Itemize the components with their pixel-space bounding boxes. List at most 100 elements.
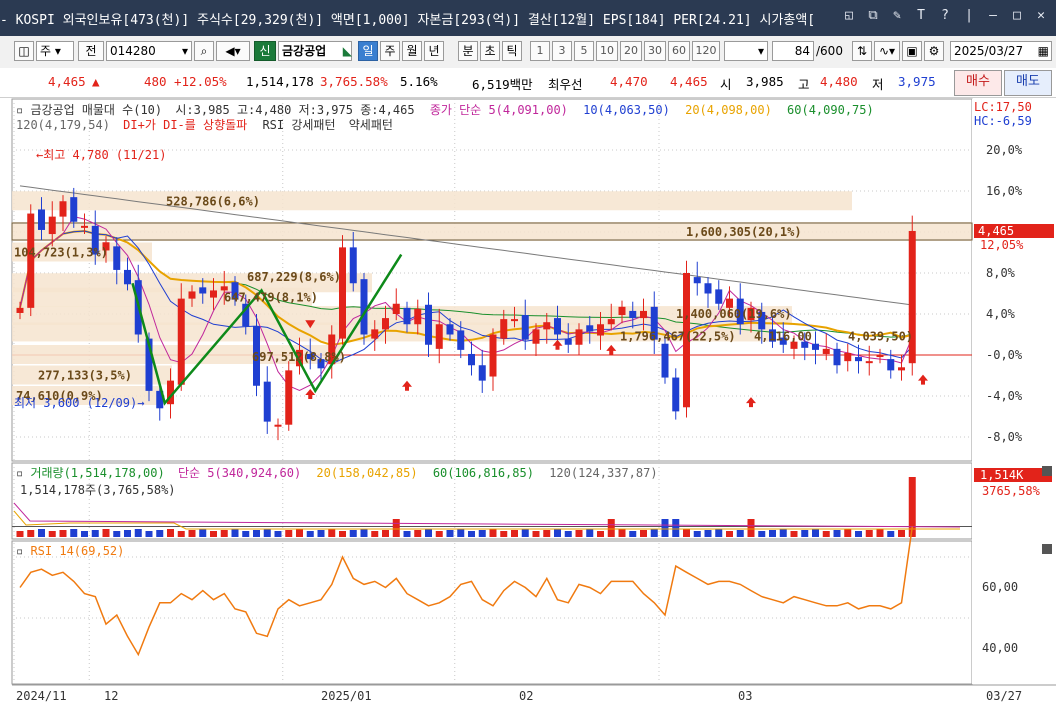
candle-body (81, 225, 88, 228)
candle-body (489, 334, 497, 377)
volume-profile-label: 4,039,50) (848, 330, 913, 344)
close-icon[interactable]: ✕ (1032, 7, 1050, 25)
interval-1[interactable]: 1 (530, 41, 550, 61)
volume-bar (145, 531, 153, 537)
font-icon[interactable]: T (912, 7, 930, 25)
period-minute[interactable]: 분 (458, 41, 478, 61)
volume-bar (822, 531, 830, 537)
period-month[interactable]: 월 (402, 41, 422, 61)
interval-120[interactable]: 120 (692, 41, 720, 61)
hc-value: HC:-6,59 (974, 114, 1032, 128)
volume-bar (425, 529, 432, 537)
sound-icon[interactable]: ◀▾ (216, 41, 250, 61)
volume-bar (597, 531, 604, 537)
stock-code-value: 014280 (110, 44, 156, 58)
candle-body (124, 269, 131, 285)
candle-body (618, 306, 626, 316)
lc-value: LC:17,50 (974, 100, 1032, 114)
candle-body (640, 310, 647, 319)
help-icon[interactable]: ? (936, 7, 954, 25)
pin-icon[interactable]: ✎ (888, 7, 906, 25)
stock-name[interactable]: 금강공업 ◣ (278, 41, 352, 61)
low-note-text: 최저 3,600 (12/09) (14, 396, 137, 410)
minimize-icon[interactable]: — (984, 7, 1002, 25)
volume-bar (285, 530, 293, 537)
candle-body (382, 318, 389, 330)
interval-30[interactable]: 30 (644, 41, 666, 61)
count-input[interactable]: 84 (772, 41, 814, 61)
period-day[interactable]: 일 (358, 41, 378, 61)
search-icon[interactable]: ⌕ (194, 41, 214, 61)
volume-bar (672, 519, 680, 537)
period-tick[interactable]: 틱 (502, 41, 522, 61)
window-restore-icon[interactable]: ◱ (840, 7, 858, 25)
interval-custom-select[interactable]: ▾ (724, 41, 768, 61)
x-label-03: 03 (738, 689, 752, 703)
sell-button[interactable]: 매도 (1004, 70, 1052, 96)
high-note: ←최고 4,780 (11/21) (36, 148, 166, 162)
legend-stock-name: 금강공업 매물대 수(10) (30, 103, 162, 117)
volume-bar (231, 529, 239, 537)
prev-button[interactable]: 전 (78, 41, 104, 61)
volume-bar (855, 531, 862, 537)
candle-body (564, 338, 572, 345)
candle-body (38, 209, 45, 230)
volume-panel-close-icon[interactable] (1042, 466, 1052, 476)
candle-body (672, 377, 680, 412)
interval-5[interactable]: 5 (574, 41, 594, 61)
date-input[interactable]: 2025/03/27 ▦ (950, 41, 1052, 61)
volume-bar (876, 529, 884, 537)
volume-bar (650, 529, 658, 537)
indicator-icon[interactable]: ∿▾ (874, 41, 900, 61)
period-week[interactable]: 주 (380, 41, 400, 61)
quote-row: 4,465 ▲ 480 +12.05% 1,514,178 3,765.58% … (0, 68, 1056, 98)
volume-bar (704, 530, 712, 537)
gear-icon[interactable]: ⚙ (924, 41, 944, 61)
interval-60[interactable]: 60 (668, 41, 690, 61)
buy-button[interactable]: 매수 (954, 70, 1002, 96)
y-tick-label: -4,0% (986, 389, 1023, 403)
volume-bar (306, 531, 314, 537)
volume-bar (478, 530, 486, 537)
period-second[interactable]: 초 (480, 41, 500, 61)
volume-profile-label: 4,116,00 (754, 330, 812, 344)
compare-icon[interactable]: ⇅ (852, 41, 872, 61)
volume-bar (328, 529, 336, 537)
window-title: - KOSPI 외국인보유[473(천)] 주식수[29,329(천)] 액면[… (0, 13, 816, 28)
volume-bar (554, 529, 561, 537)
calendar-icon[interactable]: ▦ (1038, 42, 1049, 60)
volume-bar (618, 529, 626, 537)
new-badge[interactable]: 신 (254, 41, 276, 61)
low-price: 3,975 (898, 74, 936, 89)
candle-body (865, 361, 873, 364)
candle-body (70, 197, 78, 222)
rsi-tick-40: 40,00 (982, 641, 1018, 655)
mode-select[interactable]: 주 ▾ (36, 41, 74, 61)
volume-bar (403, 531, 411, 537)
volume-ratio: 3,765.58% (320, 74, 388, 89)
interval-3[interactable]: 3 (552, 41, 572, 61)
current-price: 4,465 (48, 74, 86, 89)
candle-body (371, 329, 379, 339)
period-year[interactable]: 년 (424, 41, 444, 61)
volume-bar (898, 530, 905, 537)
interval-20[interactable]: 20 (620, 41, 642, 61)
chart-area[interactable]: 20,0%16,0%12,0%8,0%4,0%-0,0%-4,0%-8,0% 5… (0, 97, 1056, 712)
stock-code-input[interactable]: 014280 ▾ (106, 41, 192, 61)
low-note: 최저 3,600 (12/09)→ (14, 396, 144, 410)
save-icon[interactable]: ▣ (902, 41, 922, 61)
last-pct-tag: 12,05% (980, 238, 1024, 252)
candle-body (543, 322, 551, 330)
volume-bar (38, 529, 45, 537)
interval-10[interactable]: 10 (596, 41, 618, 61)
volume-bar (48, 531, 56, 537)
maximize-icon[interactable]: □ (1008, 7, 1026, 25)
volume-bar (296, 529, 303, 537)
candle-body (435, 324, 443, 349)
copy-icon[interactable]: ⧉ (864, 7, 882, 25)
chart-type-icon[interactable]: ◫ (14, 41, 34, 61)
rsi-panel-close-icon[interactable] (1042, 544, 1052, 554)
low-label: 저 (872, 77, 884, 92)
legend-ma120: 120(4,179,54) (16, 118, 110, 132)
candle-body (575, 329, 583, 345)
